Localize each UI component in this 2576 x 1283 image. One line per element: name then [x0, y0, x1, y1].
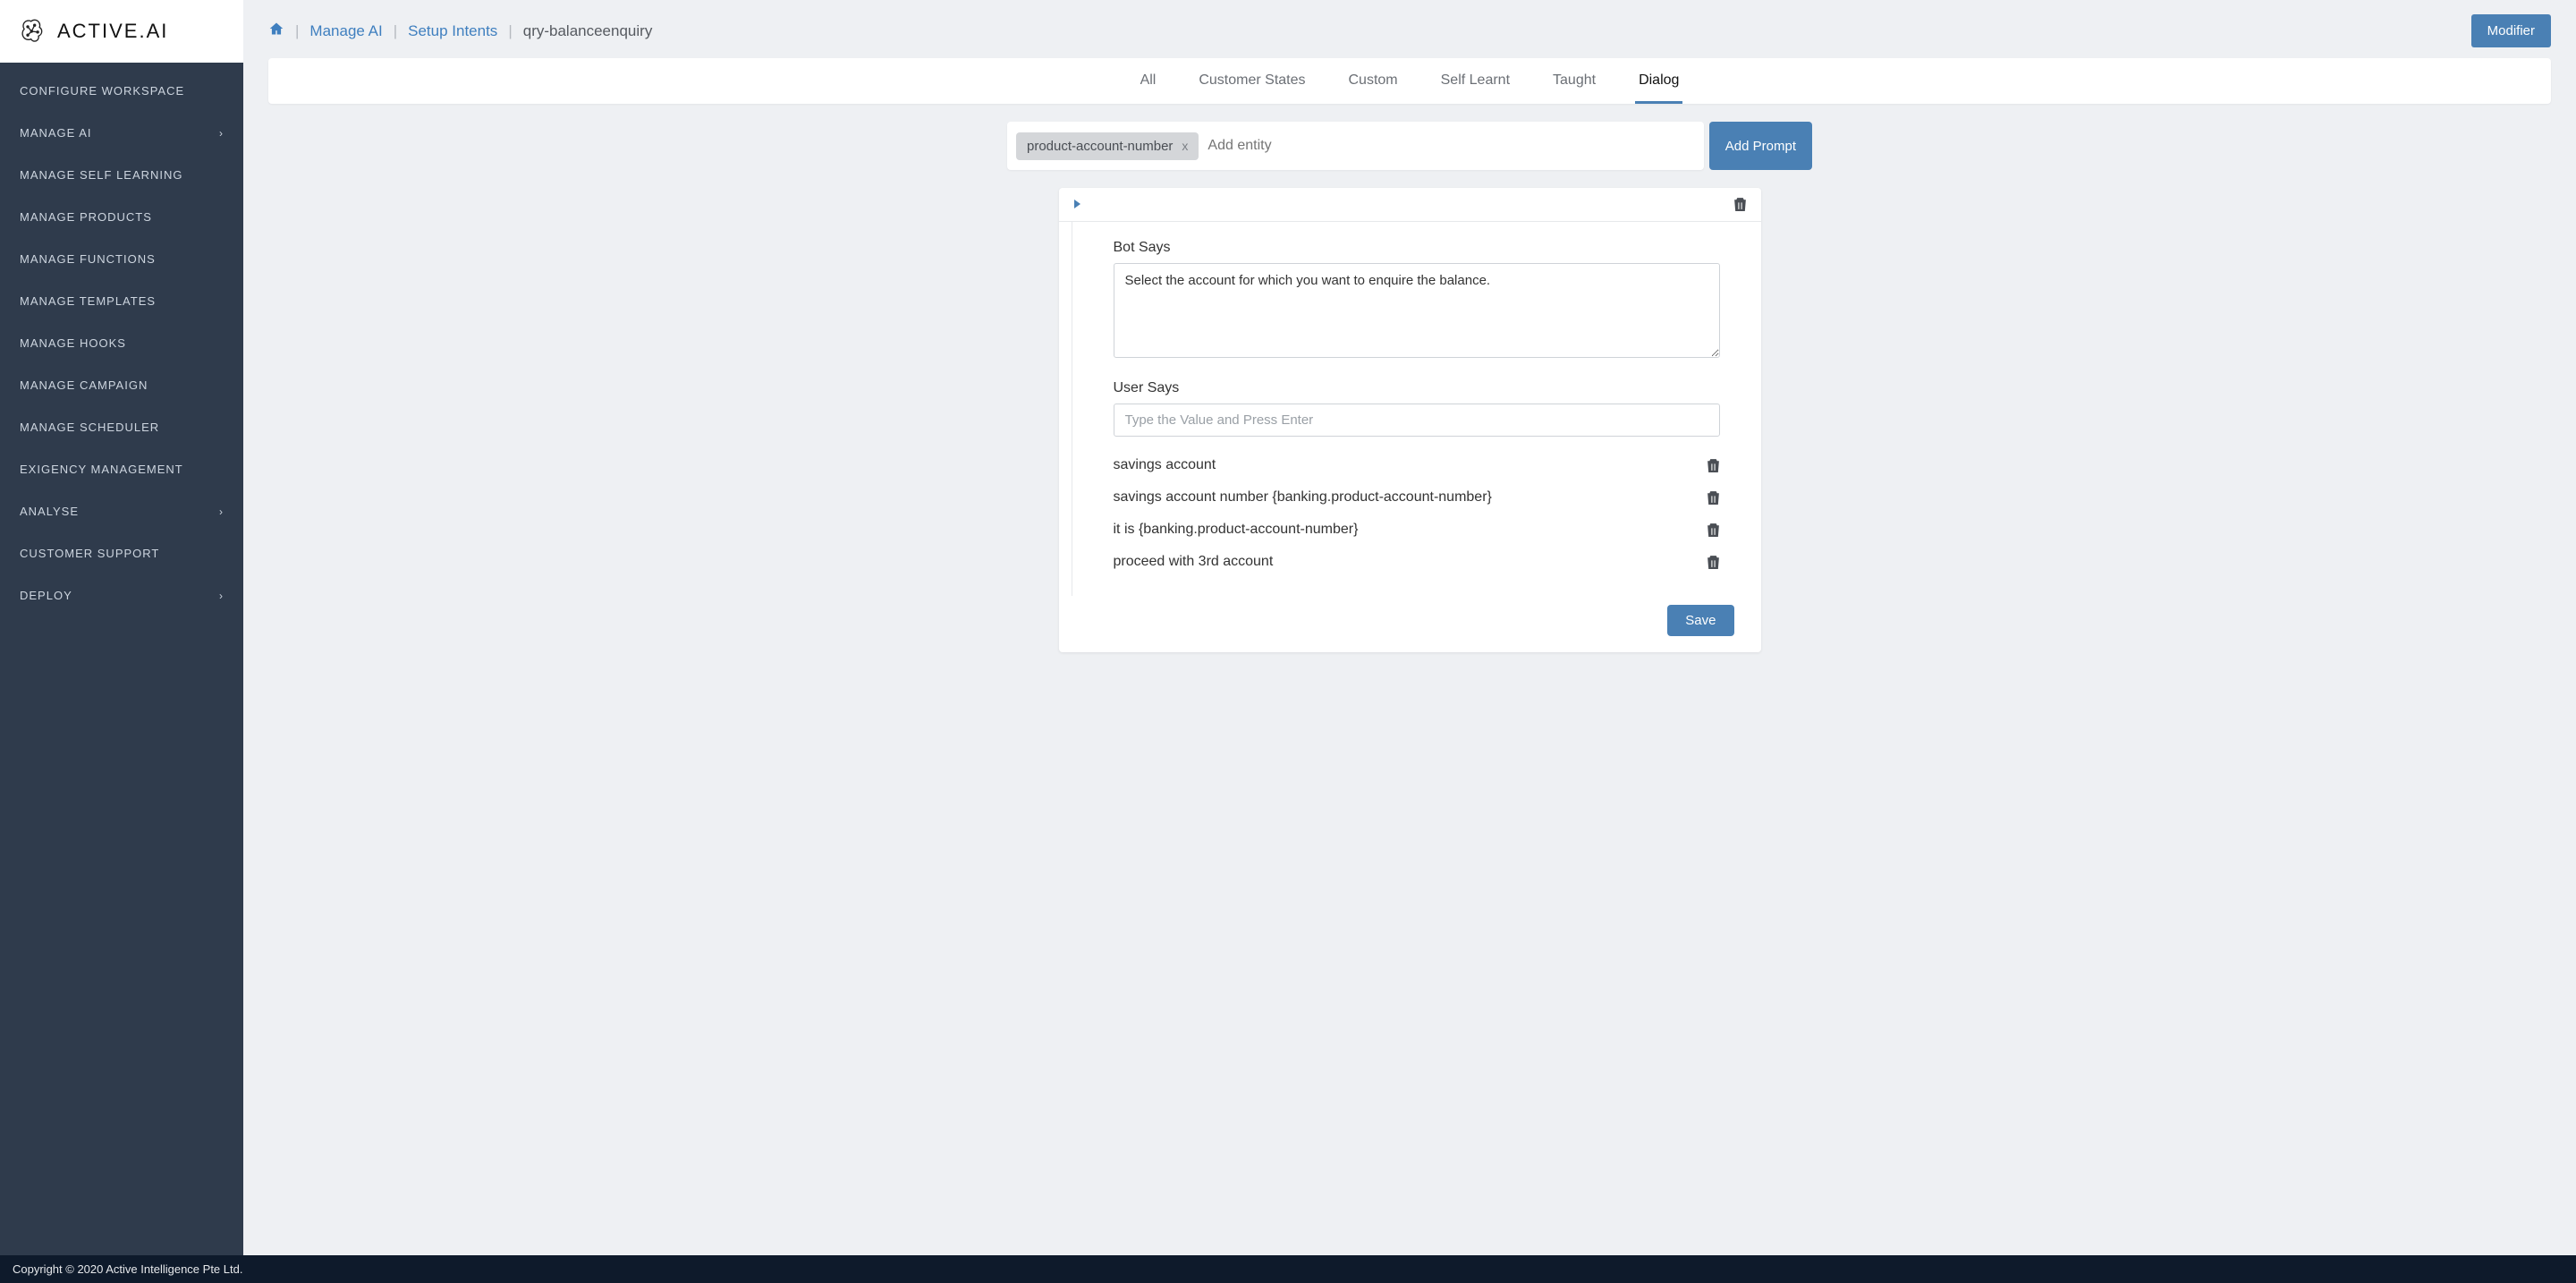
brain-logo-icon [18, 16, 48, 47]
user-says-input[interactable] [1114, 404, 1720, 437]
tab-customer-states[interactable]: Customer States [1195, 72, 1309, 104]
sidebar-item-label: MANAGE SELF LEARNING [20, 168, 183, 182]
sidebar-item-label: MANAGE PRODUCTS [20, 210, 152, 224]
chevron-right-icon: › [219, 506, 224, 518]
logo-bar: ACTIVE.AI [0, 0, 243, 63]
sidebar-item-label: CUSTOMER SUPPORT [20, 547, 159, 560]
sidebar-item-label: MANAGE HOOKS [20, 336, 126, 350]
bot-says-textarea[interactable] [1114, 263, 1720, 358]
crumb-sep: | [394, 22, 397, 40]
sidebar-item-manage-self-learning[interactable]: MANAGE SELF LEARNING [0, 154, 243, 196]
dialog-card: Bot Says User Says savings accountsaving… [1059, 188, 1761, 652]
sidebar-item-label: MANAGE SCHEDULER [20, 421, 159, 434]
entity-input-wrap[interactable]: product-account-number x [1007, 122, 1704, 170]
user-says-label: User Says [1114, 380, 1720, 396]
sidebar-item-customer-support[interactable]: CUSTOMER SUPPORT [0, 532, 243, 574]
tab-all[interactable]: All [1137, 72, 1160, 104]
utterance-list: savings account savings account number {b… [1114, 449, 1720, 578]
main-area: | Manage AI | Setup Intents | qry-balanc… [243, 0, 2576, 1255]
chevron-right-icon: › [219, 590, 224, 602]
sidebar-item-label: MANAGE CAMPAIGN [20, 378, 148, 392]
sidebar-item-label: ANALYSE [20, 505, 79, 518]
sidebar-item-label: MANAGE FUNCTIONS [20, 252, 156, 266]
add-entity-input[interactable] [1208, 138, 1694, 154]
sidebar-item-manage-hooks[interactable]: MANAGE HOOKS [0, 322, 243, 364]
breadcrumb: | Manage AI | Setup Intents | qry-balanc… [268, 21, 652, 40]
dialog-card-header [1059, 188, 1761, 222]
sidebar-item-manage-templates[interactable]: MANAGE TEMPLATES [0, 280, 243, 322]
delete-utterance-icon[interactable] [1707, 490, 1720, 506]
dialog-card-body: Bot Says User Says savings accountsaving… [1072, 222, 1761, 596]
home-icon[interactable] [268, 21, 284, 40]
sidebar: ACTIVE.AI CONFIGURE WORKSPACEMANAGE AI›M… [0, 0, 243, 1255]
sidebar-item-exigency-management[interactable]: EXIGENCY MANAGEMENT [0, 448, 243, 490]
sidebar-item-label: MANAGE TEMPLATES [20, 294, 156, 308]
utterance-text: it is {banking.product-account-number} [1114, 522, 1359, 538]
sidebar-item-label: CONFIGURE WORKSPACE [20, 84, 184, 98]
sidebar-item-manage-scheduler[interactable]: MANAGE SCHEDULER [0, 406, 243, 448]
utterance-row: savings account number {banking.product-… [1114, 481, 1720, 514]
crumb-manage-ai[interactable]: Manage AI [309, 22, 382, 40]
save-row: Save [1059, 596, 1761, 652]
utterance-row: proceed with 3rd account [1114, 546, 1720, 578]
delete-utterance-icon[interactable] [1707, 523, 1720, 538]
sidebar-item-manage-ai[interactable]: MANAGE AI › [0, 112, 243, 154]
footer-text: Copyright © 2020 Active Intelligence Pte… [13, 1262, 242, 1276]
utterance-text: savings account number {banking.product-… [1114, 489, 1492, 506]
tab-dialog[interactable]: Dialog [1635, 72, 1682, 104]
utterance-row: it is {banking.product-account-number} [1114, 514, 1720, 546]
crumb-sep: | [295, 22, 299, 40]
content-area: product-account-number x Add Prompt [243, 104, 2576, 1255]
sidebar-item-manage-products[interactable]: MANAGE PRODUCTS [0, 196, 243, 238]
sidebar-item-label: DEPLOY [20, 589, 72, 602]
entity-chip: product-account-number x [1016, 132, 1199, 160]
tabs: All Customer States Custom Self Learnt Taugh… [268, 58, 2551, 104]
entity-row: product-account-number x Add Prompt [1007, 122, 1812, 170]
modifier-button[interactable]: Modifier [2471, 14, 2551, 47]
utterance-text: proceed with 3rd account [1114, 554, 1274, 570]
footer: Copyright © 2020 Active Intelligence Pte… [0, 1255, 2576, 1283]
utterance-text: savings account [1114, 457, 1216, 473]
sidebar-item-label: MANAGE AI [20, 126, 92, 140]
sidebar-item-label: EXIGENCY MANAGEMENT [20, 463, 183, 476]
delete-dialog-icon[interactable] [1733, 197, 1747, 212]
logo-text: ACTIVE.AI [57, 20, 168, 43]
chip-remove-icon[interactable]: x [1182, 139, 1188, 153]
tab-custom[interactable]: Custom [1345, 72, 1402, 104]
delete-utterance-icon[interactable] [1707, 555, 1720, 570]
sidebar-item-deploy[interactable]: DEPLOY › [0, 574, 243, 616]
sidebar-item-configure-workspace[interactable]: CONFIGURE WORKSPACE [0, 70, 243, 112]
sidebar-nav: CONFIGURE WORKSPACE MANAGE AI › MANAGE SELF… [0, 63, 243, 1255]
crumb-setup-intents[interactable]: Setup Intents [408, 22, 497, 40]
tab-taught[interactable]: Taught [1549, 72, 1599, 104]
sidebar-item-manage-functions[interactable]: MANAGE FUNCTIONS [0, 238, 243, 280]
crumb-sep: | [508, 22, 512, 40]
sidebar-item-manage-campaign[interactable]: MANAGE CAMPAIGN [0, 364, 243, 406]
save-button[interactable]: Save [1667, 605, 1733, 636]
delete-utterance-icon[interactable] [1707, 458, 1720, 473]
tab-self-learnt[interactable]: Self Learnt [1437, 72, 1513, 104]
chevron-right-icon: › [219, 127, 224, 140]
entity-chip-label: product-account-number [1027, 139, 1173, 154]
expand-caret-icon[interactable] [1073, 198, 1082, 212]
crumb-current: qry-balanceenquiry [523, 22, 653, 40]
tabs-card: All Customer States Custom Self Learnt Taugh… [268, 58, 2551, 104]
utterance-row: savings account [1114, 449, 1720, 481]
topbar: | Manage AI | Setup Intents | qry-balanc… [243, 0, 2576, 58]
sidebar-item-analyse[interactable]: ANALYSE › [0, 490, 243, 532]
add-prompt-button[interactable]: Add Prompt [1709, 122, 1812, 170]
bot-says-label: Bot Says [1114, 240, 1720, 256]
